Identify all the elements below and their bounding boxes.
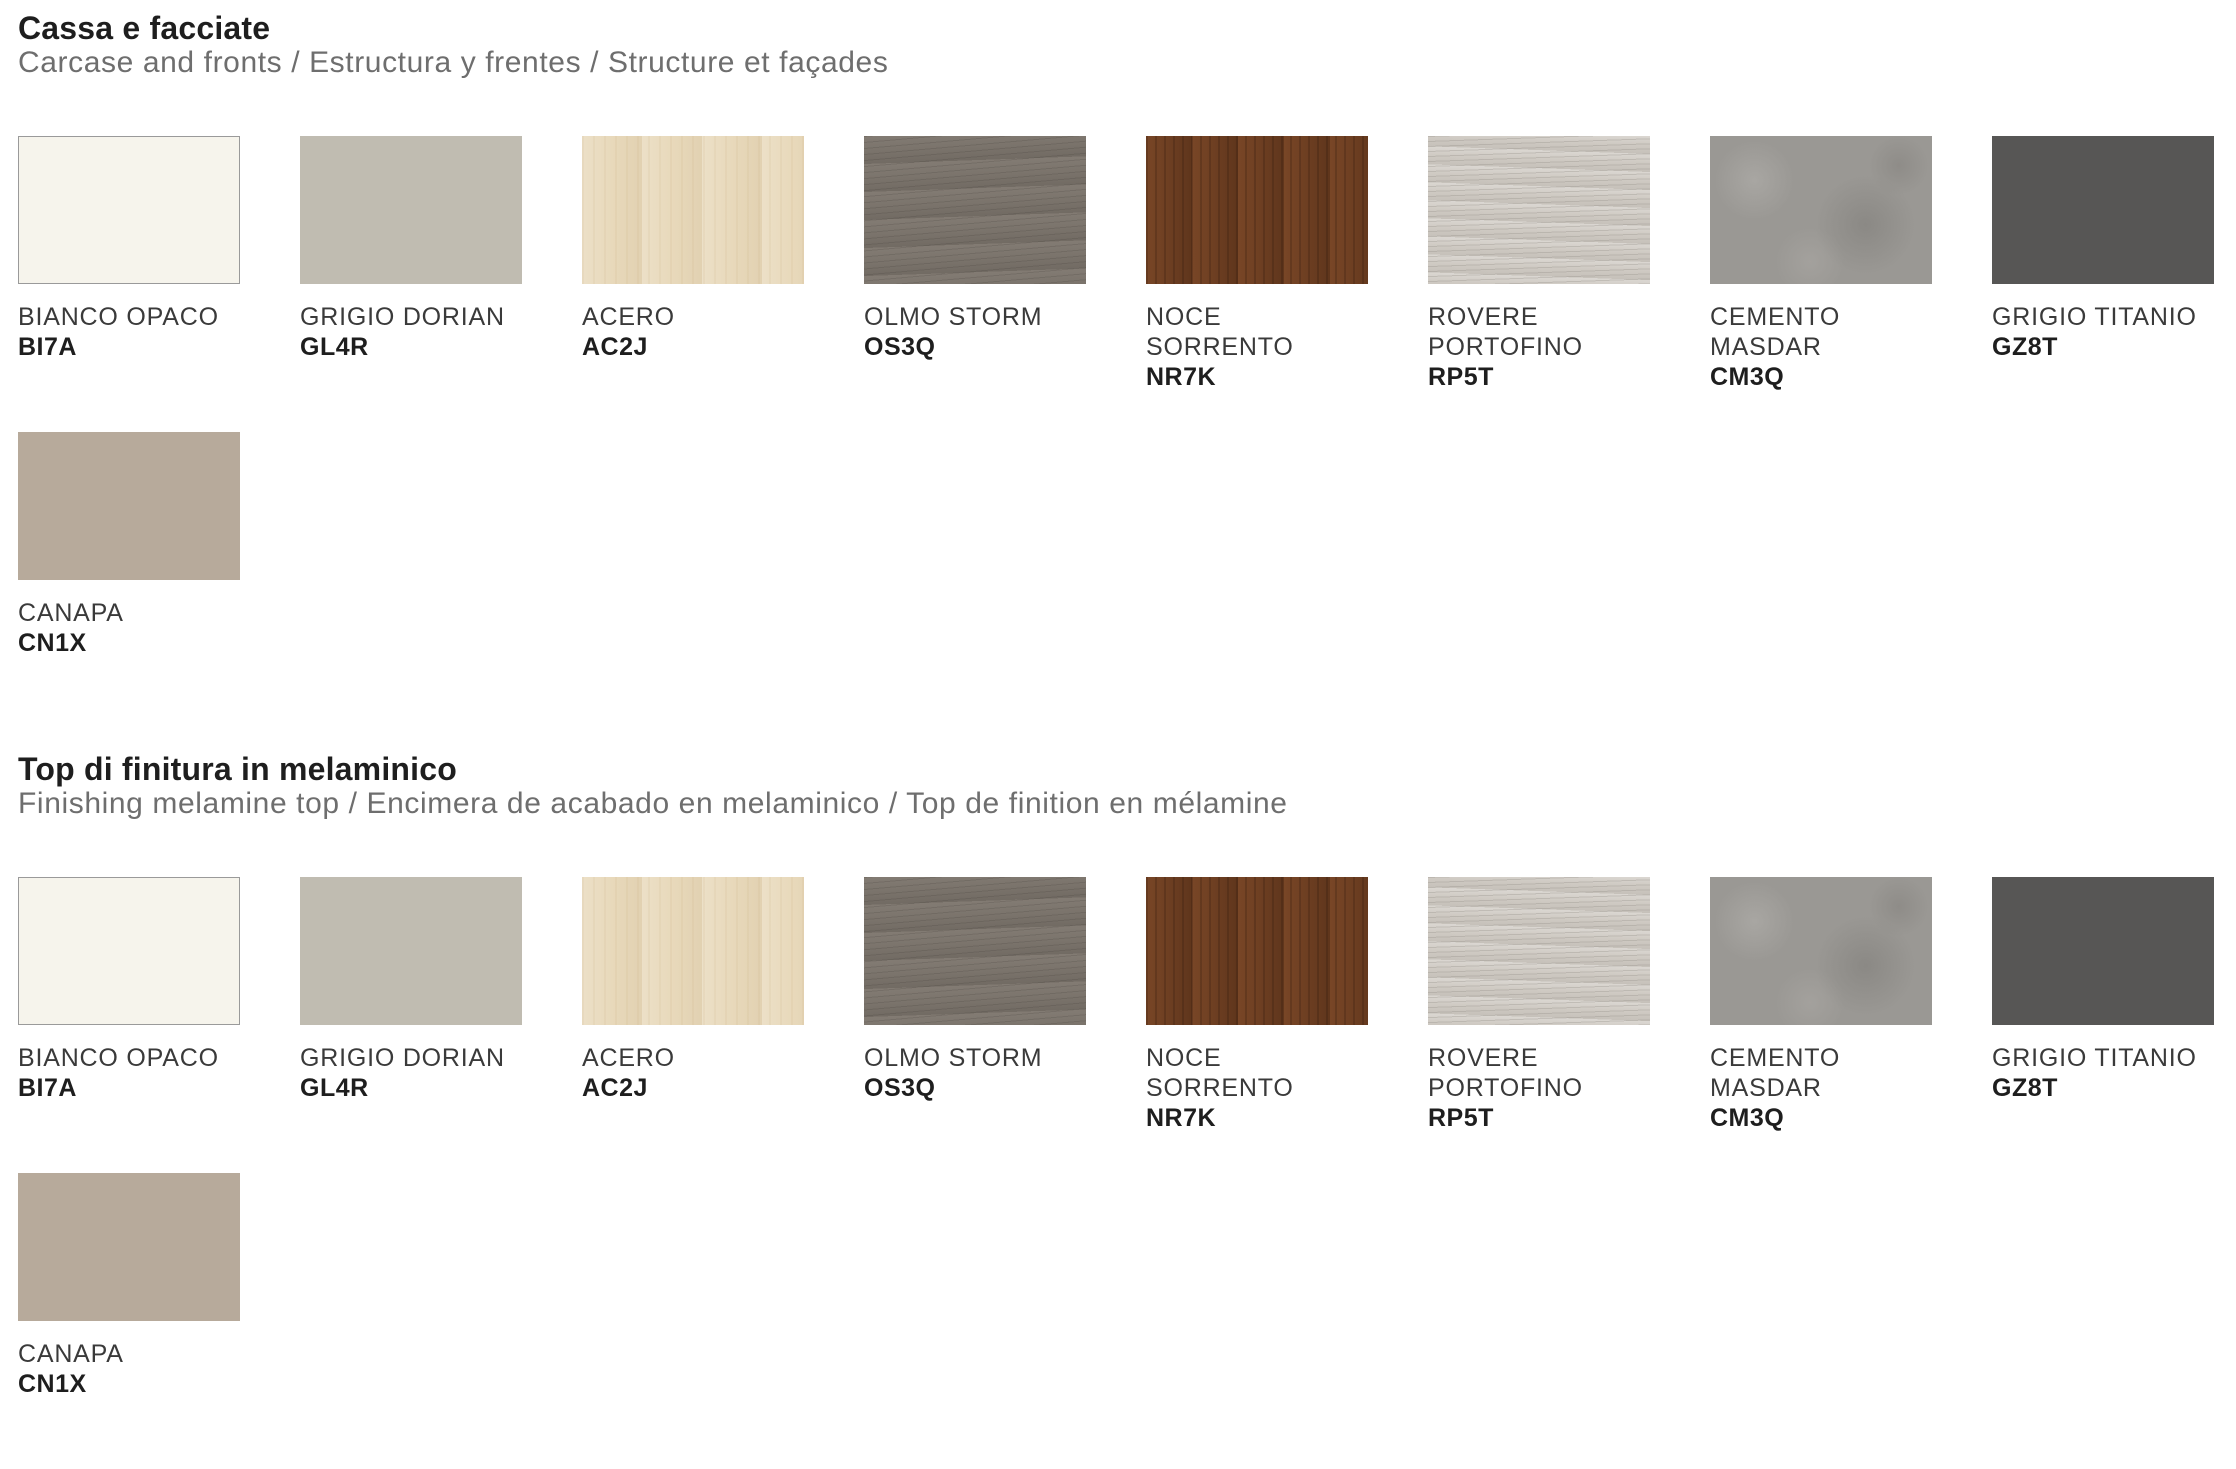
finish-swatch-card: NOCE SORRENTO NR7K [1146,877,1368,1173]
section-subtitle: Carcase and fronts / Estructura y frente… [18,46,889,79]
finish-swatch-card: BIANCO OPACO BI7A [18,136,240,432]
finish-code: CM3Q [1710,363,1785,391]
finish-swatch-sample [1710,136,1932,284]
finish-name: BIANCO OPACO [18,1044,219,1072]
finish-swatch-sample [18,1173,240,1321]
finish-swatch-card: GRIGIO TITANIO GZ8T [1992,877,2214,1173]
finish-name: ACERO [582,1044,675,1072]
finish-swatch-card: OLMO STORM OS3Q [864,877,1086,1173]
finish-name: NOCE SORRENTO [1146,1044,1294,1102]
finish-code: GL4R [300,1074,369,1102]
finish-grid: BIANCO OPACO BI7A GRIGIO DORIAN GL4R ACERO AC… [18,136,2228,728]
finish-swatch-card: ACERO AC2J [582,136,804,432]
finish-swatch-card: OLMO STORM OS3Q [864,136,1086,432]
section-melamine-top: Top di finitura in melaminico Finishing … [18,751,2228,1411]
finish-swatch-sample [582,136,804,284]
finish-swatch-card: BIANCO OPACO BI7A [18,877,240,1173]
finish-code: GL4R [300,333,369,361]
finish-grid: BIANCO OPACO BI7A GRIGIO DORIAN GL4R ACERO AC… [18,877,2228,1469]
finish-name: ROVERE PORTOFINO [1428,1044,1583,1102]
finish-name: ROVERE PORTOFINO [1428,303,1583,361]
finish-swatch-sample [1992,877,2214,1025]
finish-swatch-sample [300,877,522,1025]
finish-name: CANAPA [18,599,124,627]
finish-swatch-card: GRIGIO TITANIO GZ8T [1992,136,2214,432]
finish-swatch-card: CEMENTO MASDAR CM3Q [1710,136,1932,432]
finish-code: OS3Q [864,333,936,361]
finish-name: CEMENTO MASDAR [1710,303,1841,361]
finish-swatch-sample [300,136,522,284]
finish-name: CEMENTO MASDAR [1710,1044,1841,1102]
finish-code: BI7A [18,1074,77,1102]
finish-swatch-sample [18,877,240,1025]
finish-code: OS3Q [864,1074,936,1102]
finish-code: CN1X [18,629,87,657]
finish-code: GZ8T [1992,333,2058,361]
finish-code: AC2J [582,1074,648,1102]
section-title: Top di finitura in melaminico [18,751,458,787]
finish-swatch-card: ROVERE PORTOFINO RP5T [1428,136,1650,432]
finish-code: BI7A [18,333,77,361]
finish-name: GRIGIO DORIAN [300,303,505,331]
finish-code: CN1X [18,1370,87,1398]
finish-code: NR7K [1146,1104,1217,1132]
finish-swatch-card: NOCE SORRENTO NR7K [1146,136,1368,432]
finish-swatch-card: GRIGIO DORIAN GL4R [300,877,522,1173]
finish-code: RP5T [1428,363,1494,391]
section-carcase-fronts: Cassa e facciate Carcase and fronts / Es… [18,10,2228,690]
finish-swatch-sample [1146,877,1368,1025]
finish-swatch-sample [864,136,1086,284]
finish-name: CANAPA [18,1340,124,1368]
finish-swatch-card: CEMENTO MASDAR CM3Q [1710,877,1932,1173]
finish-swatch-card: GRIGIO DORIAN GL4R [300,136,522,432]
finish-swatch-sample [864,877,1086,1025]
finish-name: NOCE SORRENTO [1146,303,1294,361]
finish-name: OLMO STORM [864,1044,1043,1072]
finish-swatch-card: ACERO AC2J [582,877,804,1173]
finish-name: ACERO [582,303,675,331]
finish-swatch-sample [1992,136,2214,284]
finish-swatch-sample [1710,877,1932,1025]
finish-swatch-card: CANAPA CN1X [18,1173,240,1469]
finish-swatch-card: ROVERE PORTOFINO RP5T [1428,877,1650,1173]
finish-swatch-sample [1428,877,1650,1025]
finish-name: GRIGIO TITANIO [1992,1044,2197,1072]
finish-name: BIANCO OPACO [18,303,219,331]
finish-code: CM3Q [1710,1104,1785,1132]
finish-code: GZ8T [1992,1074,2058,1102]
section-title: Cassa e facciate [18,10,271,46]
section-subtitle: Finishing melamine top / Encimera de aca… [18,787,1288,820]
finish-swatch-sample [18,432,240,580]
finish-swatch-sample [18,136,240,284]
finish-swatch-card: CANAPA CN1X [18,432,240,728]
finish-code: AC2J [582,333,648,361]
finish-name: OLMO STORM [864,303,1043,331]
finish-name: GRIGIO TITANIO [1992,303,2197,331]
finish-code: RP5T [1428,1104,1494,1132]
finish-swatch-sample [582,877,804,1025]
finish-swatch-sample [1146,136,1368,284]
finish-code: NR7K [1146,363,1217,391]
finish-swatch-sample [1428,136,1650,284]
finish-name: GRIGIO DORIAN [300,1044,505,1072]
